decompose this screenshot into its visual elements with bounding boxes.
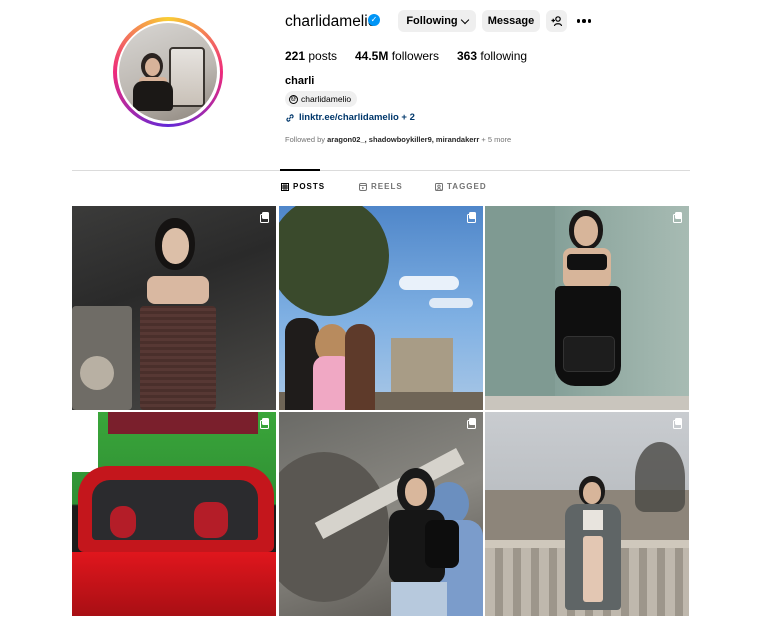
threads-badge[interactable]: @ charlidamelio — [285, 91, 358, 107]
followed-by-names: aragon02_, shadowboykiller9, mirandakerr — [327, 135, 480, 144]
avatar[interactable] — [119, 23, 217, 121]
post-person-right-shape — [345, 324, 375, 410]
following-label: following — [480, 49, 528, 63]
post-top-shape — [567, 254, 607, 270]
reels-icon — [359, 182, 367, 191]
message-button[interactable]: Message — [482, 10, 540, 32]
bio-link[interactable]: linktr.ee/charlidamelio + 2 — [285, 112, 415, 123]
post-tile[interactable] — [279, 206, 483, 410]
active-tab-indicator — [280, 169, 320, 171]
post-face-shape — [162, 228, 189, 264]
stat-following[interactable]: 363 following — [457, 49, 527, 63]
bio-link-text: linktr.ee/charlidamelio + 2 — [299, 112, 415, 123]
posts-count: 221 — [285, 49, 306, 63]
post-tile[interactable] — [279, 412, 483, 616]
post-jeans-shape — [391, 582, 447, 616]
following-button[interactable]: Following — [398, 10, 476, 32]
tab-reels-label: REELS — [371, 182, 403, 191]
post-tree-shape — [279, 206, 389, 316]
post-floor-shape — [485, 396, 689, 410]
grid-icon — [281, 182, 289, 191]
followed-by-prefix: Followed by — [285, 135, 326, 144]
post-driver-shape — [194, 502, 228, 538]
post-backpack-shape — [425, 520, 459, 568]
threads-handle: charlidamelio — [301, 94, 352, 104]
avatar-outfit-shape — [133, 81, 173, 111]
more-options-icon[interactable] — [575, 10, 593, 32]
post-cloud-shape — [429, 298, 473, 308]
post-tile[interactable] — [72, 412, 276, 616]
post-bag-shape — [563, 336, 615, 372]
followed-by-text[interactable]: Followed by aragon02_, shadowboykiller9,… — [285, 135, 511, 144]
post-wall-panel-shape — [485, 206, 555, 410]
post-passenger-shape — [110, 506, 136, 538]
avatar-gap — [116, 20, 220, 124]
multiple-photos-icon — [467, 418, 477, 429]
link-icon — [286, 113, 294, 122]
tab-tagged-label: TAGGED — [447, 182, 487, 191]
post-lighting-frame-shape — [108, 412, 258, 434]
tab-posts[interactable]: POSTS — [281, 182, 325, 191]
posts-label: posts — [308, 49, 338, 63]
followers-label: followers — [391, 49, 440, 63]
verified-badge-icon: ✓ — [368, 14, 380, 26]
followers-count: 44.5M — [355, 49, 389, 63]
post-skirt-shape — [583, 536, 603, 602]
post-tile[interactable] — [72, 206, 276, 410]
post-car-hood-shape — [72, 552, 276, 616]
post-top-shape — [583, 510, 603, 530]
multiple-photos-icon — [467, 212, 477, 223]
multiple-photos-icon — [673, 212, 683, 223]
followed-by-more: + 5 more — [481, 135, 512, 144]
suggested-accounts-button[interactable] — [546, 10, 567, 32]
multiple-photos-icon — [260, 212, 270, 223]
post-tile[interactable] — [485, 206, 689, 410]
following-count: 363 — [457, 49, 478, 63]
tab-tagged[interactable]: TAGGED — [435, 182, 487, 191]
tab-posts-label: POSTS — [293, 182, 326, 191]
following-button-label: Following — [406, 15, 458, 27]
profile-avatar-ring[interactable] — [113, 17, 223, 127]
tab-reels[interactable]: REELS — [359, 182, 403, 191]
post-face-shape — [574, 216, 598, 246]
post-face-shape — [583, 482, 601, 504]
profile-display-name: charli — [285, 75, 315, 87]
stat-posts[interactable]: 221 posts — [285, 49, 337, 63]
tagged-icon — [435, 182, 443, 191]
avatar-mirror-shape — [169, 47, 205, 107]
post-face-shape — [405, 478, 427, 506]
multiple-photos-icon — [260, 418, 270, 429]
post-tile[interactable] — [485, 412, 689, 616]
post-backdrop-shape — [72, 412, 98, 472]
multiple-photos-icon — [673, 418, 683, 429]
avatar-face-shape — [145, 58, 160, 76]
post-cloud-shape — [399, 276, 459, 290]
tabs-divider — [72, 170, 690, 171]
post-stool-shape — [80, 356, 114, 390]
add-person-icon — [551, 15, 562, 26]
post-tree-shape — [635, 442, 685, 512]
chevron-down-icon — [460, 15, 469, 24]
profile-username: charlidamelio — [285, 13, 377, 30]
stat-followers[interactable]: 44.5M followers — [355, 49, 439, 63]
post-shoulders-shape — [147, 276, 209, 304]
message-button-label: Message — [487, 15, 535, 27]
post-dress-shape — [140, 306, 216, 410]
threads-icon: @ — [289, 94, 298, 104]
